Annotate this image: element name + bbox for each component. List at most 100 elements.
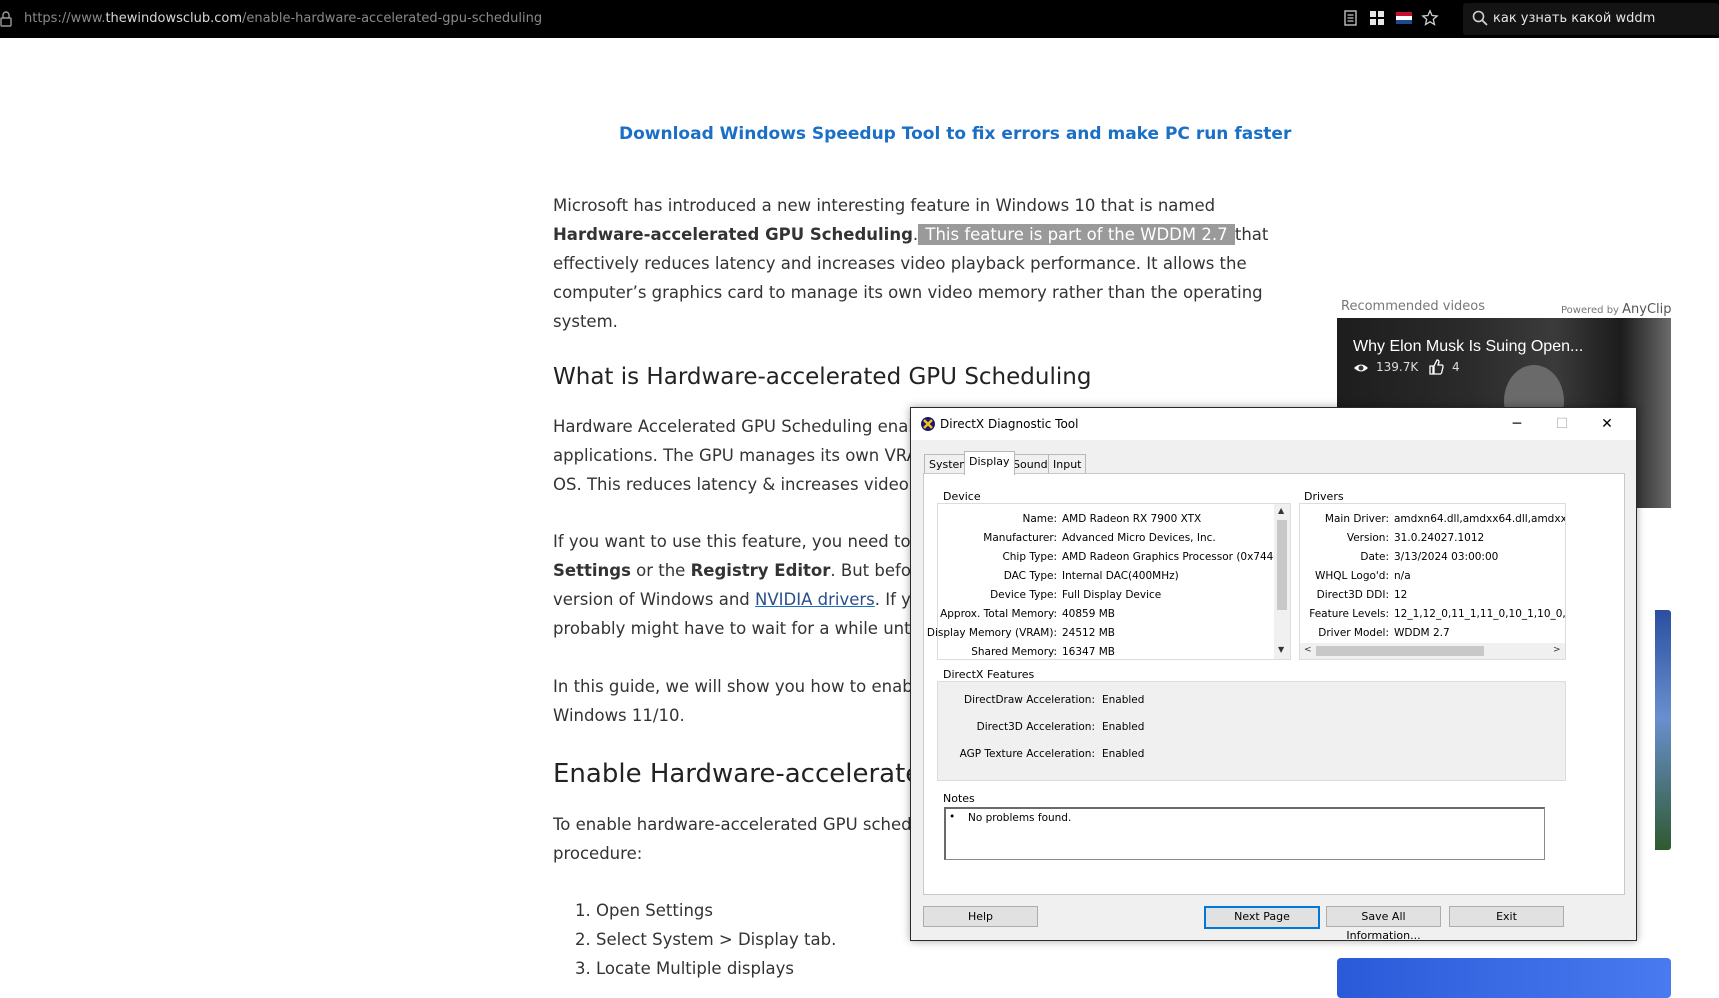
list-item: 1. Open Settings xyxy=(575,901,713,920)
selected-text: This feature is part of the WDDM 2.7 xyxy=(918,224,1235,245)
scroll-down-icon[interactable]: ▼ xyxy=(1278,645,1284,654)
exit-button[interactable]: Exit xyxy=(1449,906,1564,927)
paragraph-intro-line: Hardware-accelerated GPU Scheduling. Thi… xyxy=(553,220,1268,249)
address-bar[interactable]: https://www.thewindowsclub.com/enable-ha… xyxy=(24,11,542,26)
feature-value: Enabled xyxy=(1102,721,1145,733)
device-label: Display Memory (VRAM): xyxy=(926,627,1057,639)
feature-label: Direct3D Acceleration: xyxy=(976,721,1095,733)
paragraph-intro-line: Microsoft has introduced a new interesti… xyxy=(553,196,1216,215)
device-value: Full Display Device xyxy=(1062,589,1162,601)
scroll-right-icon[interactable]: > xyxy=(1553,645,1561,655)
device-value: AMD Radeon Graphics Processor (0x744C) xyxy=(1062,551,1285,563)
notes-group-label: Notes xyxy=(943,792,975,805)
list-item: 3. Locate Multiple displays xyxy=(575,959,795,978)
lock-icon xyxy=(0,11,12,27)
device-value: 40859 MB xyxy=(1062,608,1116,620)
device-label: Manufacturer: xyxy=(983,532,1057,544)
tab-display[interactable]: Display xyxy=(964,451,1015,475)
feature-name: Hardware-accelerated GPU Scheduling xyxy=(553,225,913,244)
device-value: Internal DAC(400MHz) xyxy=(1062,570,1179,582)
paragraph-line: If you want to use this feature, you nee… xyxy=(553,532,927,551)
device-label: Approx. Total Memory: xyxy=(940,608,1057,620)
driver-value: WDDM 2.7 xyxy=(1394,627,1450,639)
video-title[interactable]: Why Elon Musk Is Suing Open... xyxy=(1353,338,1583,356)
paragraph-line: OS. This reduces latency & increases vid… xyxy=(553,475,930,494)
drivers-group-label: Drivers xyxy=(1304,490,1344,503)
powered-by-label: Powered by xyxy=(1561,305,1619,316)
driver-label: WHQL Logo'd: xyxy=(1315,570,1389,582)
translate-flag-icon[interactable] xyxy=(1395,9,1413,27)
scrollbar-thumb[interactable] xyxy=(1277,520,1287,610)
driver-label: Main Driver: xyxy=(1324,513,1389,525)
scroll-left-icon[interactable]: < xyxy=(1304,645,1312,655)
reader-mode-icon[interactable] xyxy=(1342,9,1360,27)
device-value: 24512 MB xyxy=(1062,627,1116,639)
device-group-label: Device xyxy=(943,490,981,503)
bold-text: Settings xyxy=(553,561,631,580)
driver-label: Direct3D DDI: xyxy=(1316,589,1389,601)
driver-label: Feature Levels: xyxy=(1309,608,1389,620)
device-label: Shared Memory: xyxy=(971,646,1057,658)
section-heading: What is Hardware-accelerated GPU Schedul… xyxy=(553,364,1092,390)
url-prefix: https://www. xyxy=(24,11,106,26)
next-page-button[interactable]: Next Page xyxy=(1204,906,1320,929)
text-fragment: that xyxy=(1234,225,1269,244)
paragraph-line: applications. The GPU manages its own VR… xyxy=(553,446,933,465)
features-group-label: DirectX Features xyxy=(943,668,1035,681)
driver-value: amdxn64.dll,amdxx64.dll,amdxx64.dll xyxy=(1394,513,1565,525)
paragraph-intro-line: computer’s graphics card to manage its o… xyxy=(553,283,1263,302)
device-info-list: Name: AMD Radeon RX 7900 XTX Manufacture… xyxy=(927,503,1291,660)
directx-icon xyxy=(921,417,935,431)
close-button[interactable]: ✕ xyxy=(1597,414,1617,434)
notes-text: No problems found. xyxy=(968,812,1072,824)
list-item: 2. Select System > Display tab. xyxy=(575,930,837,949)
eye-icon xyxy=(1354,364,1368,372)
tab-input[interactable]: Input xyxy=(1048,454,1087,474)
device-label: Device Type: xyxy=(990,589,1057,601)
scroll-up-icon[interactable]: ▲ xyxy=(1278,506,1284,515)
search-icon xyxy=(1472,10,1488,26)
recommended-videos-label: Recommended videos xyxy=(1341,299,1486,314)
driver-label: Version: xyxy=(1346,532,1389,544)
maximize-button[interactable]: ☐ xyxy=(1552,414,1572,434)
device-scrollbar[interactable]: ▲ ▼ xyxy=(1274,504,1290,659)
device-label: Chip Type: xyxy=(1002,551,1057,563)
paragraph-line: probably might have to wait for a while … xyxy=(553,619,920,638)
paragraph-intro-line: effectively reduces latency and increase… xyxy=(553,254,1247,273)
text-fragment: or the xyxy=(630,561,691,580)
section-heading: Enable Hardware-accelerated xyxy=(553,759,938,789)
device-label: DAC Type: xyxy=(1003,570,1057,582)
driver-value: 12_1,12_0,11_1,11_0,10_1,10_0,9_3 xyxy=(1394,608,1566,620)
favorite-star-icon[interactable] xyxy=(1421,9,1439,27)
feature-label: DirectDraw Acceleration: xyxy=(964,694,1095,706)
text-fragment: version of Windows and xyxy=(553,590,756,609)
driver-value: 31.0.24027.1012 xyxy=(1394,532,1485,544)
device-value: AMD Radeon RX 7900 XTX xyxy=(1062,513,1202,525)
save-all-information-button[interactable]: Save All Information... xyxy=(1326,906,1441,942)
promo-link[interactable]: Download Windows Speedup Tool to fix err… xyxy=(619,124,1291,144)
paragraph-line: Hardware Accelerated GPU Scheduling enab… xyxy=(553,417,924,436)
video-views: 139.7K xyxy=(1376,360,1419,374)
extensions-grid-icon[interactable] xyxy=(1368,9,1386,27)
drivers-hscrollbar[interactable]: < > xyxy=(1300,643,1565,659)
notes-box[interactable]: • No problems found. xyxy=(944,807,1545,860)
feature-value: Enabled xyxy=(1102,694,1145,706)
nvidia-drivers-link[interactable]: NVIDIA drivers xyxy=(755,590,875,609)
features-group: DirectDraw Acceleration: Enabled Direct3… xyxy=(937,681,1566,781)
paragraph-line: Windows 11/10. xyxy=(553,706,685,725)
driver-label: Driver Model: xyxy=(1318,627,1389,639)
scrollbar-thumb[interactable] xyxy=(1316,646,1484,656)
paragraph-line: In this guide, we will show you how to e… xyxy=(553,677,928,696)
minimize-button[interactable]: ─ xyxy=(1507,414,1527,434)
video-likes: 4 xyxy=(1452,360,1460,374)
advertisement-banner[interactable] xyxy=(1337,958,1671,998)
paragraph-intro-line: system. xyxy=(553,312,618,331)
driver-value: n/a xyxy=(1394,570,1411,582)
device-value: 16347 MB xyxy=(1062,646,1116,658)
device-value: Advanced Micro Devices, Inc. xyxy=(1062,532,1216,544)
help-button[interactable]: Help xyxy=(923,906,1038,927)
search-input[interactable]: как узнать какой wddm xyxy=(1493,11,1655,26)
anyclip-brand: AnyClip xyxy=(1622,302,1672,317)
bold-text: Registry Editor xyxy=(690,561,831,580)
tab-sound[interactable]: Sound xyxy=(1008,454,1053,474)
